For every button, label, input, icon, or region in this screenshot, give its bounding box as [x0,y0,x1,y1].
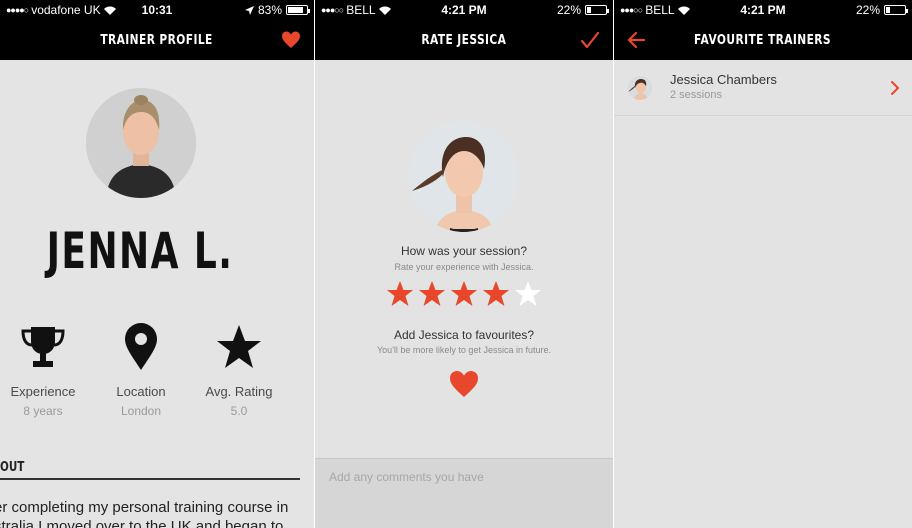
session-count: 2 sessions [670,89,722,101]
back-arrow-icon[interactable] [626,30,648,50]
stat-experience: Experience 8 years [0,322,93,418]
trainer-photo [86,88,196,198]
chevron-right-icon [891,81,899,95]
favourite-question: Add Jessica to favourites? [393,328,535,342]
star-icon [217,325,261,368]
about-text: er completing my personal training cours… [0,498,314,528]
trainer-thumbnail [628,76,652,100]
about-line-1: er completing my personal training cours… [0,499,289,516]
trainer-photo [408,121,519,232]
trainer-name: JENNA L. [46,222,234,280]
stat-value: 8 years [23,404,63,418]
location-pin-icon [125,323,157,370]
battery-icon [585,5,609,15]
stat-label: Location [116,384,166,399]
star-icon[interactable] [482,280,510,308]
comment-placeholder: Add any comments you have [329,470,484,484]
avatar [628,76,652,100]
nav-bar: FAVOURITE TRAINERS [614,20,912,60]
trainer-name: Jessica Chambers [670,72,777,87]
trainer-avatar [86,88,196,198]
favourite-trainers-screen: ●●●○○ BELL 4:21 PM 22% FAVOURITE TRAINER… [614,0,912,528]
status-bar: ●●●○○ BELL 4:21 PM 22% [315,0,613,20]
star-icon[interactable] [514,280,542,308]
session-question-subtext: Rate your experience with Jessica. [394,262,534,272]
stat-location: Location London [91,322,191,418]
battery-percent: 83% [257,3,282,17]
page-title: RATE JESSICA [421,32,507,48]
status-bar: ●●●●○ vodafone UK 10:31 83% [0,0,314,20]
status-bar: ●●●○○ BELL 4:21 PM 22% [614,0,912,20]
favourite-trainer-row[interactable]: Jessica Chambers 2 sessions [614,60,912,116]
heart-icon[interactable] [280,30,302,50]
star-rating[interactable] [315,280,613,308]
stat-rating: Avg. Rating 5.0 [189,322,289,418]
stat-label: Experience [10,384,76,399]
about-line-2: stralia I moved over to the UK and began… [0,518,284,528]
stat-value: 5.0 [230,404,248,418]
stat-value: London [120,404,162,418]
page-title: TRAINER PROFILE [100,32,214,48]
star-icon[interactable] [418,280,446,308]
stat-label: Avg. Rating [205,384,273,399]
divider [0,478,300,480]
comment-field[interactable]: Add any comments you have [315,458,613,528]
battery-icon [884,5,908,15]
battery-percent: 22% [556,3,581,17]
rate-trainer-screen: ●●●○○ BELL 4:21 PM 22% RATE JESSICA How … [315,0,613,528]
checkmark-icon[interactable] [579,30,601,50]
session-question: How was your session? [400,244,528,258]
battery-icon [286,5,310,15]
favourite-heart-icon[interactable] [448,369,480,399]
trophy-icon [21,327,65,367]
page-title: FAVOURITE TRAINERS [694,32,832,48]
location-arrow-icon [244,5,254,15]
star-icon[interactable] [450,280,478,308]
nav-bar: RATE JESSICA [315,20,613,60]
battery-percent: 22% [855,3,880,17]
trainer-avatar [408,121,519,232]
favourite-question-subtext: You'll be more likely to get Jessica in … [377,345,551,355]
trainer-profile-screen: ●●●●○ vodafone UK 10:31 83% TRAINER PROF… [0,0,314,528]
nav-bar: TRAINER PROFILE [0,20,314,60]
about-heading: OUT [0,460,25,475]
star-icon[interactable] [386,280,414,308]
